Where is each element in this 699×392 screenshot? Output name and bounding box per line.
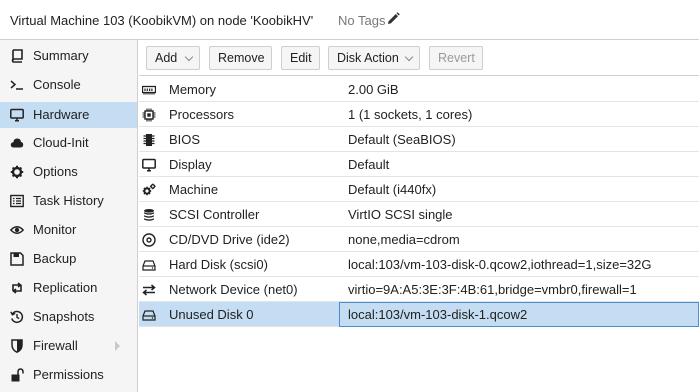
sidebar-item-label: Snapshots	[33, 309, 95, 324]
hardware-grid: Memory 2.00 GiB Processors 1 (1 sockets,…	[139, 77, 699, 392]
chevron-down-icon	[404, 52, 414, 62]
exchange-icon	[142, 284, 156, 296]
hardware-row-bios[interactable]: BIOS Default (SeaBIOS)	[139, 127, 699, 152]
hardware-value: local:103/vm-103-disk-1.qcow2	[348, 307, 528, 322]
hardware-key: Machine	[169, 182, 219, 197]
tags-display[interactable]: No Tags	[338, 12, 400, 28]
hardware-row-machine[interactable]: Machine Default (i440fx)	[139, 177, 699, 202]
revert-button-label: Revert	[438, 51, 475, 65]
sidebar-item-snapshots[interactable]: Snapshots	[0, 304, 137, 330]
sidebar-item-label: Replication	[33, 280, 98, 295]
list-icon	[10, 194, 24, 208]
hardware-key: BIOS	[169, 132, 201, 147]
database-icon	[144, 209, 154, 221]
add-button[interactable]: Add	[146, 46, 200, 70]
sidebar-item-label: Task History	[33, 193, 104, 208]
sidebar-item-label: Cloud-Init	[33, 135, 89, 150]
remove-button[interactable]: Remove	[209, 46, 272, 70]
hardware-key: Processors	[169, 107, 235, 122]
cpu-icon	[142, 108, 156, 122]
hardware-key: Unused Disk 0	[169, 307, 254, 322]
terminal-icon	[10, 80, 23, 90]
sidebar-item-label: Console	[33, 77, 81, 92]
hardware-row-cdrom[interactable]: CD/DVD Drive (ide2) none,media=cdrom	[139, 227, 699, 252]
sidebar-item-label: Options	[33, 164, 78, 179]
sidebar-item-options[interactable]: Options	[0, 159, 137, 185]
hardware-toolbar: Add Remove Edit Disk Action Revert	[139, 40, 699, 76]
cloud-icon	[10, 138, 24, 148]
cogs-icon	[142, 183, 156, 196]
desktop-icon	[142, 158, 156, 172]
sidebar-item-label: Permissions	[33, 367, 104, 382]
tags-label: No Tags	[338, 13, 386, 28]
hardware-value: virtio=9A:A5:3E:3F:4B:61,bridge=vmbr0,fi…	[348, 282, 637, 297]
sidebar-item-hardware[interactable]: Hardware	[0, 102, 137, 128]
hardware-value: Default	[348, 157, 390, 172]
sidebar-item-cloud-init[interactable]: Cloud-Init	[0, 130, 137, 156]
hardware-value: local:103/vm-103-disk-0.qcow2,iothread=1…	[348, 257, 652, 272]
sidebar-item-summary[interactable]: Summary	[0, 43, 137, 69]
gear-icon	[10, 165, 24, 179]
hardware-row-unused-disk[interactable]: Unused Disk 0 local:103/vm-103-disk-1.qc…	[139, 302, 699, 327]
eye-icon	[10, 226, 24, 234]
sidebar-nav: Summary Console Hardware Cloud-Init Opti…	[0, 40, 138, 392]
sidebar-item-label: Hardware	[33, 107, 90, 122]
disk-action-button-label: Disk Action	[337, 51, 399, 65]
vm-title: Virtual Machine 103 (KoobikVM) on node '…	[10, 13, 314, 28]
sidebar-item-label: Firewall	[33, 338, 78, 353]
floppy-icon	[10, 252, 24, 266]
sidebar-item-console[interactable]: Console	[0, 72, 137, 98]
cdrom-icon	[142, 233, 156, 247]
expand-arrow-icon[interactable]	[115, 341, 120, 351]
hardware-key: CD/DVD Drive (ide2)	[169, 232, 290, 247]
remove-button-label: Remove	[218, 51, 265, 65]
hardware-row-network-device[interactable]: Network Device (net0) virtio=9A:A5:3E:3F…	[139, 277, 699, 302]
hardware-row-processors[interactable]: Processors 1 (1 sockets, 1 cores)	[139, 102, 699, 127]
hardware-value: none,media=cdrom	[348, 232, 460, 247]
hardware-key: Network Device (net0)	[169, 282, 298, 297]
chip-icon	[143, 134, 155, 146]
add-button-label: Add	[155, 51, 178, 65]
hdd-icon	[142, 260, 156, 271]
unlock-icon	[11, 368, 24, 382]
revert-button[interactable]: Revert	[429, 46, 483, 70]
hardware-key: SCSI Controller	[169, 207, 260, 222]
hardware-key: Hard Disk (scsi0)	[169, 257, 268, 272]
monitor-icon	[10, 108, 24, 122]
sidebar-item-backup[interactable]: Backup	[0, 246, 137, 272]
hdd-icon	[142, 310, 156, 321]
shield-icon	[11, 339, 23, 353]
book-icon	[11, 49, 23, 63]
hardware-key: Memory	[169, 82, 216, 97]
pencil-icon[interactable]	[387, 12, 400, 25]
hardware-row-scsi-controller[interactable]: SCSI Controller VirtIO SCSI single	[139, 202, 699, 227]
hardware-value: Default (SeaBIOS)	[348, 132, 456, 147]
sidebar-item-firewall[interactable]: Firewall	[0, 333, 137, 359]
sidebar-item-label: Monitor	[33, 222, 77, 237]
sidebar-item-label: Backup	[33, 251, 77, 266]
sidebar-item-task-history[interactable]: Task History	[0, 188, 137, 214]
chevron-down-icon	[184, 52, 194, 62]
hardware-row-hard-disk[interactable]: Hard Disk (scsi0) local:103/vm-103-disk-…	[139, 252, 699, 277]
hardware-value: 1 (1 sockets, 1 cores)	[348, 107, 473, 122]
hardware-value: 2.00 GiB	[348, 82, 399, 97]
memory-icon	[142, 85, 156, 95]
edit-button[interactable]: Edit	[281, 46, 320, 70]
hardware-value: Default (i440fx)	[348, 182, 437, 197]
history-icon	[10, 310, 24, 324]
vm-header: Virtual Machine 103 (KoobikVM) on node '…	[0, 0, 699, 40]
retweet-icon	[12, 282, 22, 294]
sidebar-item-label: Summary	[33, 48, 89, 63]
disk-action-button[interactable]: Disk Action	[328, 46, 420, 70]
hardware-row-memory[interactable]: Memory 2.00 GiB	[139, 77, 699, 102]
sidebar-item-permissions[interactable]: Permissions	[0, 362, 137, 388]
hardware-key: Display	[169, 157, 212, 172]
sidebar-item-monitor[interactable]: Monitor	[0, 217, 137, 243]
sidebar-item-replication[interactable]: Replication	[0, 275, 137, 301]
hardware-row-display[interactable]: Display Default	[139, 152, 699, 177]
edit-button-label: Edit	[290, 51, 312, 65]
hardware-value: VirtIO SCSI single	[348, 207, 453, 222]
